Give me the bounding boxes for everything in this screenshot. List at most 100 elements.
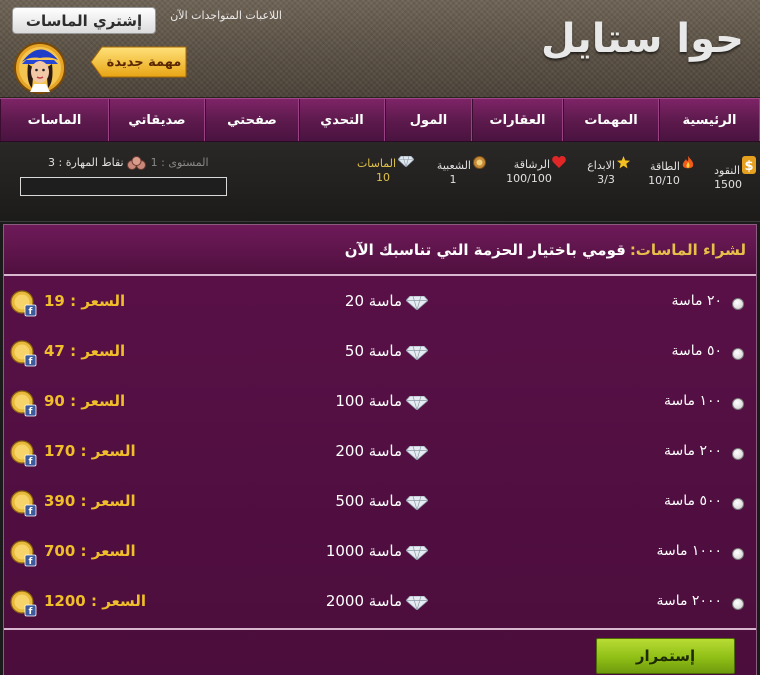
nav-item-challenge[interactable]: التحدي (299, 99, 385, 141)
package-row[interactable]: ٢٠ ماسة ماسة 20 السعر : 19 f (4, 278, 756, 328)
package-price: السعر : 170 (44, 442, 136, 460)
package-price: السعر : 19 (44, 292, 126, 310)
diamond-icon (406, 296, 428, 310)
avatar-icon (14, 42, 66, 94)
panel-title-highlight: لشراء الماسات: (629, 240, 746, 259)
stat-creativity: الابداع 3/3 (582, 156, 630, 190)
nav-item-diamonds[interactable]: الماسات (0, 99, 109, 141)
package-option-label: ١٠٠ ماسة (663, 393, 722, 409)
package-row[interactable]: ١٠٠ ماسة ماسة 100 السعر : 90 f (4, 378, 756, 428)
diamond-icon (406, 496, 428, 510)
svg-text:f: f (29, 507, 33, 517)
site-logo[interactable]: حوا ستايل (541, 16, 745, 62)
medal-icon (473, 156, 486, 169)
skill-points-icon (127, 156, 147, 170)
package-price: السعر : 390 (44, 492, 136, 510)
stat-energy: الطاقة 10/10 (634, 156, 694, 190)
package-radio[interactable] (732, 448, 744, 460)
stats-bar: $ النقود 1500 الطاقة 10/10 الابداع 3/3 ا… (0, 142, 760, 222)
diamond-icon (398, 156, 414, 167)
package-radio[interactable] (732, 548, 744, 560)
stat-energy-value: 10/10 (648, 174, 680, 187)
xp-progress-bar (20, 177, 227, 196)
package-row[interactable]: ٢٠٠ ماسة ماسة 200 السعر : 170 f (4, 428, 756, 478)
player-avatar[interactable] (12, 38, 68, 94)
new-task-button[interactable]: مهمة جديدة (90, 46, 188, 78)
diamond-icon (406, 346, 428, 360)
package-option-label: ١٠٠٠ ماسة (656, 543, 722, 559)
facebook-credits-icon: f (10, 390, 37, 417)
nav-item-missions[interactable]: المهمات (563, 99, 659, 141)
diamond-icon (406, 446, 428, 460)
level-value: 1 (150, 156, 158, 169)
buy-diamonds-button[interactable]: إشتري الماسات (12, 7, 156, 34)
facebook-credits-icon: f (10, 290, 37, 317)
package-amount: ماسة 2000 (325, 592, 402, 610)
new-task-label: مهمة جديدة (106, 54, 182, 70)
nav-item-friends[interactable]: صديقاتي (109, 99, 205, 141)
nav-item-home[interactable]: الرئيسية (659, 99, 760, 141)
diamond-icon (406, 396, 428, 410)
heart-icon (552, 156, 566, 168)
package-amount: ماسة 50 (344, 342, 402, 360)
package-price: السعر : 90 (44, 392, 126, 410)
package-row[interactable]: ٢٠٠٠ ماسة ماسة 2000 السعر : 1200 f (4, 578, 756, 628)
package-option-label: ٥٠ ماسة (671, 343, 723, 359)
fire-icon (682, 156, 694, 169)
diamond-icon (406, 596, 428, 610)
facebook-credits-icon: f (10, 590, 37, 617)
svg-text:f: f (29, 307, 33, 317)
stat-money: $ النقود 1500 (700, 156, 756, 191)
stat-money-value: 1500 (714, 178, 742, 191)
package-option-label: ٢٠٠٠ ماسة (656, 593, 722, 609)
diamond-icon (406, 546, 428, 560)
package-option-label: ٢٠ ماسة (671, 293, 723, 309)
package-row[interactable]: ٥٠٠ ماسة ماسة 500 السعر : 390 f (4, 478, 756, 528)
star-icon (617, 156, 630, 169)
package-price: السعر : 1200 (44, 592, 147, 610)
panel-title: لشراء الماسات: قومي باختيار الحزمة التي … (4, 225, 756, 276)
package-price: السعر : 700 (44, 542, 136, 560)
package-amount: ماسة 100 (335, 392, 402, 410)
package-amount: ماسة 1000 (325, 542, 402, 560)
package-radio[interactable] (732, 348, 744, 360)
facebook-credits-icon: f (10, 540, 37, 567)
skill-label: نقاط المهارة : (58, 156, 124, 169)
facebook-credits-icon: f (10, 440, 37, 467)
package-amount: ماسة 200 (335, 442, 402, 460)
stat-elegance: الرشاقة 100/100 (492, 156, 566, 190)
package-amount: ماسة 500 (335, 492, 402, 510)
svg-text:f: f (29, 557, 33, 567)
svg-text:f: f (29, 607, 33, 617)
package-row[interactable]: ٥٠ ماسة ماسة 50 السعر : 47 f (4, 328, 756, 378)
package-row[interactable]: ١٠٠٠ ماسة ماسة 1000 السعر : 700 f (4, 528, 756, 578)
package-radio[interactable] (732, 398, 744, 410)
package-price: السعر : 47 (44, 342, 126, 360)
package-option-label: ٢٠٠ ماسة (663, 443, 722, 459)
nav-item-properties[interactable]: العقارات (472, 99, 563, 141)
stat-elegance-value: 100/100 (506, 172, 552, 185)
stat-diamonds-value: 10 (376, 171, 390, 184)
level-info: المستوى : 1 نقاط المهارة : 3 (48, 156, 209, 170)
facebook-credits-icon: f (10, 490, 37, 517)
panel-title-text: قومي باختيار الحزمة التي تناسبك الآن (344, 240, 626, 259)
stat-creativity-value: 3/3 (597, 173, 615, 186)
svg-text:f: f (29, 457, 33, 467)
buy-diamonds-panel: لشراء الماسات: قومي باختيار الحزمة التي … (3, 224, 757, 675)
nav-item-my-page[interactable]: صفحتي (205, 99, 299, 141)
package-radio[interactable] (732, 498, 744, 510)
stat-popularity: الشعبية 1 (420, 156, 486, 190)
online-players-label: اللاعبات المتواجدات الآن (170, 9, 282, 22)
skill-value: 3 (48, 156, 55, 169)
nav-item-mall[interactable]: المول (385, 99, 472, 141)
facebook-credits-icon: f (10, 340, 37, 367)
continue-button[interactable]: إستمرار (596, 638, 735, 674)
package-option-label: ٥٠٠ ماسة (663, 493, 722, 509)
stat-popularity-value: 1 (449, 173, 457, 186)
panel-footer: إستمرار (4, 628, 756, 675)
package-radio[interactable] (732, 298, 744, 310)
header: حوا ستايل إشتري الماسات اللاعبات المتواج… (0, 0, 760, 98)
main-nav: الرئيسية المهمات العقارات المول التحدي ص… (0, 98, 760, 142)
package-radio[interactable] (732, 598, 744, 610)
level-label: المستوى : (161, 156, 209, 169)
